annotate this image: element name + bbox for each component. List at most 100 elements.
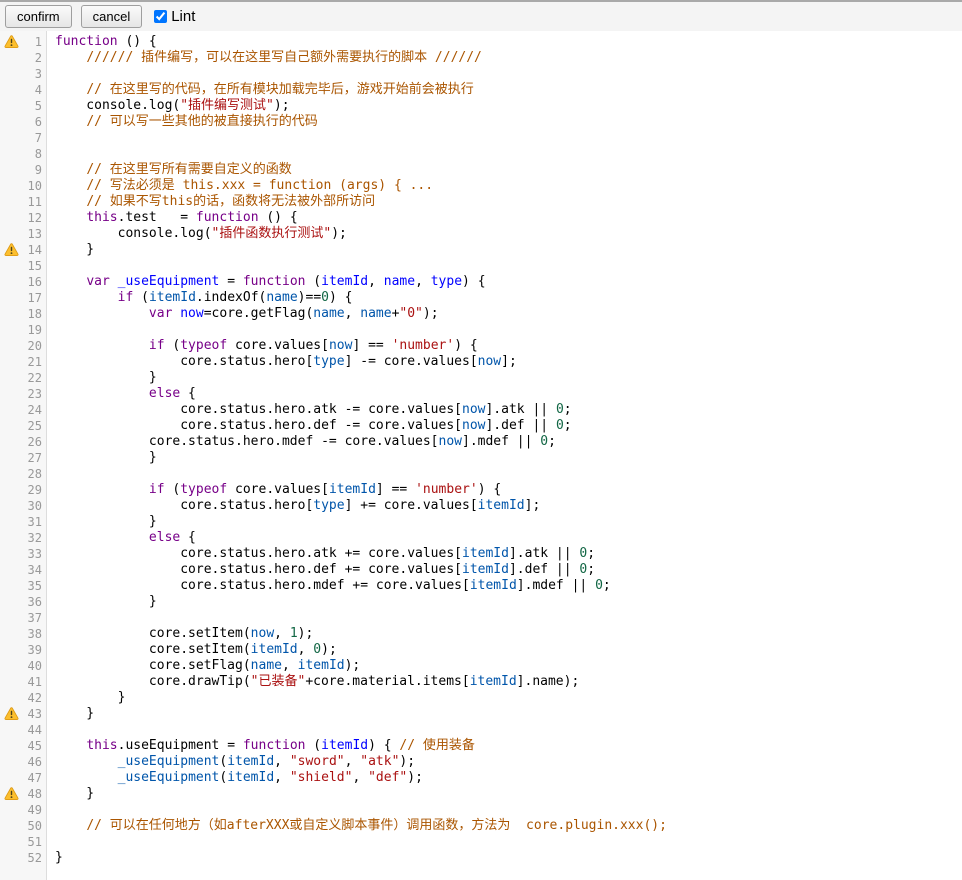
code-line[interactable]: 18 var now=core.getFlag(name, name+"0"); xyxy=(0,306,962,322)
line-number: 46 xyxy=(28,754,42,770)
code-line[interactable]: 21 core.status.hero[type] -= core.values… xyxy=(0,354,962,370)
code-line[interactable]: 29 if (typeof core.values[itemId] == 'nu… xyxy=(0,482,962,498)
line-number: 4 xyxy=(35,82,42,98)
code-line[interactable]: 2 ////// 插件编写，可以在这里写自己额外需要执行的脚本 ////// xyxy=(0,50,962,66)
code-line[interactable]: 14 } xyxy=(0,242,962,258)
code-token: 0 xyxy=(540,434,548,449)
code-token: .indexOf( xyxy=(196,290,266,305)
code-line[interactable]: 49 xyxy=(0,802,962,818)
code-line[interactable]: 7 xyxy=(0,130,962,146)
code-token: ]; xyxy=(525,498,541,513)
code-line[interactable]: 26 core.status.hero.mdef -= core.values[… xyxy=(0,434,962,450)
code-token: 'number' xyxy=(415,482,478,497)
code-line[interactable]: 52} xyxy=(0,850,962,866)
code-line[interactable]: 16 var _useEquipment = function (itemId,… xyxy=(0,274,962,290)
warning-icon[interactable] xyxy=(4,707,19,720)
code-line[interactable]: 33 core.status.hero.atk += core.values[i… xyxy=(0,546,962,562)
code-line[interactable]: 41 core.drawTip("已装备"+core.material.item… xyxy=(0,674,962,690)
code-line[interactable]: 9 // 在这里写所有需要自定义的函数 xyxy=(0,162,962,178)
code-line[interactable]: 43 } xyxy=(0,706,962,722)
code-line[interactable]: 36 } xyxy=(0,594,962,610)
code-token: function xyxy=(55,34,118,49)
code-token xyxy=(55,50,86,65)
gutter-cell: 48 xyxy=(0,786,48,802)
code-line[interactable]: 8 xyxy=(0,146,962,162)
code-text: this.test = function () { xyxy=(48,210,298,226)
code-line[interactable]: 23 else { xyxy=(0,386,962,402)
code-line[interactable]: 34 core.status.hero.def += core.values[i… xyxy=(0,562,962,578)
code-line[interactable]: 38 core.setItem(now, 1); xyxy=(0,626,962,642)
code-line[interactable]: 44 xyxy=(0,722,962,738)
line-number: 9 xyxy=(35,162,42,178)
code-line[interactable]: 32 else { xyxy=(0,530,962,546)
code-line[interactable]: 6 // 可以写一些其他的被直接执行的代码 xyxy=(0,114,962,130)
warning-icon[interactable] xyxy=(4,787,19,800)
code-line[interactable]: 11 // 如果不写this的话，函数将无法被外部所访问 xyxy=(0,194,962,210)
code-line[interactable]: 47 _useEquipment(itemId, "shield", "def"… xyxy=(0,770,962,786)
code-token xyxy=(55,274,86,289)
code-text xyxy=(48,322,55,338)
line-number: 22 xyxy=(28,370,42,386)
code-line[interactable]: 1function () { xyxy=(0,34,962,50)
code-line[interactable]: 10 // 写法必须是 this.xxx = function (args) {… xyxy=(0,178,962,194)
code-line[interactable]: 24 core.status.hero.atk -= core.values[n… xyxy=(0,402,962,418)
gutter-cell: 22 xyxy=(0,370,48,386)
code-token: , xyxy=(274,754,290,769)
code-line[interactable]: 25 core.status.hero.def -= core.values[n… xyxy=(0,418,962,434)
code-line[interactable]: 30 core.status.hero[type] += core.values… xyxy=(0,498,962,514)
code-text: var now=core.getFlag(name, name+"0"); xyxy=(48,306,439,322)
confirm-button[interactable]: confirm xyxy=(5,5,72,28)
code-token: 0 xyxy=(313,642,321,657)
gutter-cell: 1 xyxy=(0,34,48,50)
code-token: , xyxy=(274,626,290,641)
code-line[interactable]: 5 console.log("插件编写测试"); xyxy=(0,98,962,114)
line-number: 30 xyxy=(28,498,42,514)
code-text xyxy=(48,610,55,626)
code-line[interactable]: 42 } xyxy=(0,690,962,706)
code-line[interactable]: 19 xyxy=(0,322,962,338)
code-token: ); xyxy=(274,98,290,113)
line-number: 18 xyxy=(28,306,42,322)
gutter-cell: 23 xyxy=(0,386,48,402)
code-line[interactable]: 37 xyxy=(0,610,962,626)
code-editor[interactable]: 1function () {2 ////// 插件编写，可以在这里写自己额外需要… xyxy=(0,31,962,880)
code-line[interactable]: 4 // 在这里写的代码，在所有模块加载完毕后，游戏开始前会被执行 xyxy=(0,82,962,98)
code-line[interactable]: 22 } xyxy=(0,370,962,386)
warning-icon[interactable] xyxy=(4,35,19,48)
code-line[interactable]: 40 core.setFlag(name, itemId); xyxy=(0,658,962,674)
code-line[interactable]: 20 if (typeof core.values[now] == 'numbe… xyxy=(0,338,962,354)
code-line[interactable]: 15 xyxy=(0,258,962,274)
code-line[interactable]: 48 } xyxy=(0,786,962,802)
code-token: +core.material.items[ xyxy=(305,674,469,689)
code-line[interactable]: 50 // 可以在任何地方（如afterXXX或自定义脚本事件）调用函数，方法为… xyxy=(0,818,962,834)
line-number: 24 xyxy=(28,402,42,418)
code-line[interactable]: 27 } xyxy=(0,450,962,466)
line-number: 25 xyxy=(28,418,42,434)
code-line[interactable]: 28 xyxy=(0,466,962,482)
code-token: core.status.hero.def += core.values[ xyxy=(55,562,462,577)
code-line[interactable]: 3 xyxy=(0,66,962,82)
code-line[interactable]: 12 this.test = function () { xyxy=(0,210,962,226)
code-line[interactable]: 17 if (itemId.indexOf(name)==0) { xyxy=(0,290,962,306)
code-line[interactable]: 39 core.setItem(itemId, 0); xyxy=(0,642,962,658)
code-line[interactable]: 31 } xyxy=(0,514,962,530)
code-token: typeof xyxy=(180,482,227,497)
code-text: core.status.hero.atk += core.values[item… xyxy=(48,546,595,562)
line-number: 27 xyxy=(28,450,42,466)
code-line[interactable]: 35 core.status.hero.mdef += core.values[… xyxy=(0,578,962,594)
code-line[interactable]: 51 xyxy=(0,834,962,850)
code-token: console.log( xyxy=(55,98,180,113)
code-token: // 使用装备 xyxy=(399,738,474,753)
code-line[interactable]: 46 _useEquipment(itemId, "sword", "atk")… xyxy=(0,754,962,770)
line-number: 31 xyxy=(28,514,42,530)
code-token: if xyxy=(118,290,134,305)
lint-checkbox[interactable] xyxy=(154,10,167,23)
code-token xyxy=(55,530,149,545)
warning-icon[interactable] xyxy=(4,243,19,256)
code-token: this xyxy=(86,738,117,753)
cancel-button[interactable]: cancel xyxy=(81,5,143,28)
code-line[interactable]: 13 console.log("插件函数执行测试"); xyxy=(0,226,962,242)
code-token: , xyxy=(282,658,298,673)
code-line[interactable]: 45 this.useEquipment = function (itemId)… xyxy=(0,738,962,754)
gutter-cell: 21 xyxy=(0,354,48,370)
